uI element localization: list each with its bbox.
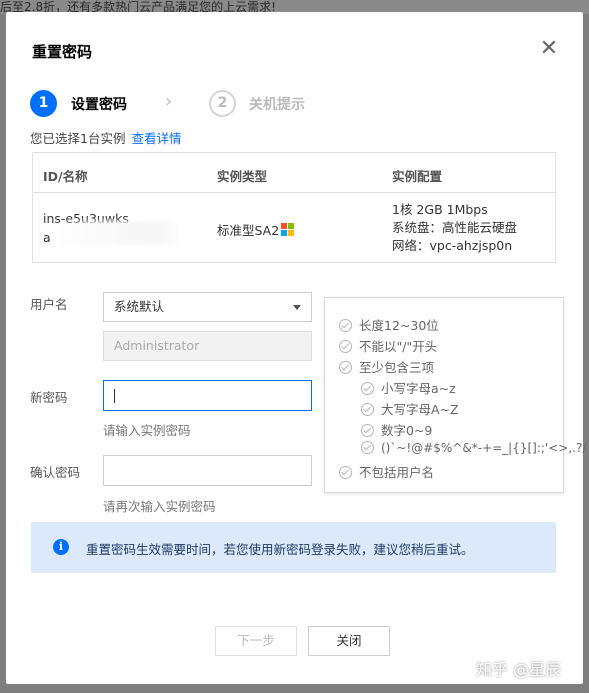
close-icon[interactable]: ✕ [539, 38, 559, 60]
check-circle-icon [361, 382, 374, 395]
redaction-blur [53, 221, 183, 245]
step-1-number: 1 [30, 90, 57, 117]
view-details-link[interactable]: 查看详情 [131, 131, 181, 146]
rule-digits: 数字0~9 [361, 420, 432, 439]
reset-password-dialog: 重置密码 ✕ 1 设置密码 › 2 关机提示 您已选择1台实例 查看详情 ID/名… [6, 12, 586, 684]
check-circle-icon [361, 403, 374, 416]
check-circle-icon [361, 441, 374, 454]
instance-table: ID/名称 实例类型 实例配置 ins-e5u3uwks a 标准型SA2 1核… [32, 152, 556, 263]
instance-config: 1核 2GB 1Mbps 系统盘：高性能云硬盘 网络：vpc-ahzjsp0n [392, 201, 517, 255]
check-circle-icon [361, 424, 374, 437]
instance-type: 标准型SA2 [217, 220, 295, 239]
caret-down-icon [293, 305, 301, 310]
check-circle-icon [339, 319, 352, 332]
dialog-title: 重置密码 [32, 43, 93, 61]
rule-lowercase: 小写字母a~z [361, 378, 456, 397]
rule-digits-text: 数字0~9 [381, 423, 433, 438]
rule-special-text: ()`~!@#$%^&*-+=_|{}[]:;'<>,.?/ [381, 441, 587, 455]
header-type: 实例类型 [217, 169, 268, 184]
rule-length-text: 长度12~30位 [359, 318, 439, 333]
new-password-hint: 请输入实例密码 [103, 423, 191, 438]
instance-name: a [43, 230, 51, 245]
rule-uppercase-text: 大写字母A~Z [381, 402, 459, 417]
info-notice-text: 重置密码生效需要时间，若您使用新密码登录失败，建议您稍后重试。 [86, 542, 474, 557]
rule-uppercase: 大写字母A~Z [361, 399, 459, 418]
rule-length: 长度12~30位 [339, 315, 439, 334]
rule-three-kinds-text: 至少包含三项 [359, 360, 435, 375]
header-id-name: ID/名称 [43, 169, 88, 184]
step-2-label: 关机提示 [249, 97, 305, 113]
selected-count-text: 您已选择1台实例 [30, 131, 126, 146]
windows-icon [281, 223, 295, 237]
new-password-input[interactable] [103, 380, 312, 411]
new-password-label: 新密码 [30, 390, 68, 405]
table-row: ins-e5u3uwks a 标准型SA2 1核 2GB 1Mbps 系统盘：高… [33, 193, 555, 263]
confirm-password-hint: 请再次输入实例密码 [103, 499, 216, 514]
rule-no-slash: 不能以"/"开头 [339, 336, 437, 355]
selected-instances: 您已选择1台实例 查看详情 [30, 128, 181, 147]
check-circle-icon [339, 361, 352, 374]
close-button[interactable]: 关闭 [308, 626, 390, 656]
username-select[interactable]: 系统默认 [103, 292, 312, 322]
rule-no-slash-text: 不能以"/"开头 [359, 339, 438, 354]
step-2-number: 2 [209, 90, 236, 117]
password-rules-tooltip: 长度12~30位 不能以"/"开头 至少包含三项 小写字母a~z 大写字母A~Z… [324, 297, 586, 493]
step-indicator: 1 设置密码 › 2 关机提示 [30, 90, 430, 118]
username-label: 用户名 [30, 297, 68, 312]
table-header: ID/名称 实例类型 实例配置 [33, 153, 555, 193]
check-circle-icon [339, 340, 352, 353]
rule-no-username-text: 不包括用户名 [359, 465, 435, 480]
config-spec: 1核 2GB 1Mbps [392, 202, 488, 217]
confirm-password-label: 确认密码 [30, 465, 81, 480]
rule-special: ()`~!@#$%^&*-+=_|{}[]:;'<>,.?/ [361, 441, 586, 455]
text-cursor [114, 389, 115, 403]
info-icon: i [53, 539, 69, 555]
next-button[interactable]: 下一步 [215, 626, 297, 656]
config-disk: 系统盘：高性能云硬盘 [392, 220, 518, 235]
instance-type-text: 标准型SA2 [217, 223, 280, 238]
chevron-right-icon: › [165, 91, 173, 112]
header-config: 实例配置 [392, 169, 443, 184]
config-network: 网络：vpc-ahzjsp0n [392, 238, 513, 253]
username-select-value: 系统默认 [114, 299, 165, 314]
rule-no-username: 不包括用户名 [339, 462, 434, 481]
watermark: 知乎 @星辰 [476, 660, 562, 679]
rule-lowercase-text: 小写字母a~z [381, 381, 456, 396]
rule-three-kinds: 至少包含三项 [339, 357, 434, 376]
step-1-label: 设置密码 [71, 97, 127, 113]
confirm-password-input[interactable] [103, 455, 312, 486]
check-circle-icon [339, 466, 352, 479]
info-notice: i 重置密码生效需要时间，若您使用新密码登录失败，建议您稍后重试。 [31, 522, 556, 573]
username-field: Administrator [103, 331, 312, 361]
